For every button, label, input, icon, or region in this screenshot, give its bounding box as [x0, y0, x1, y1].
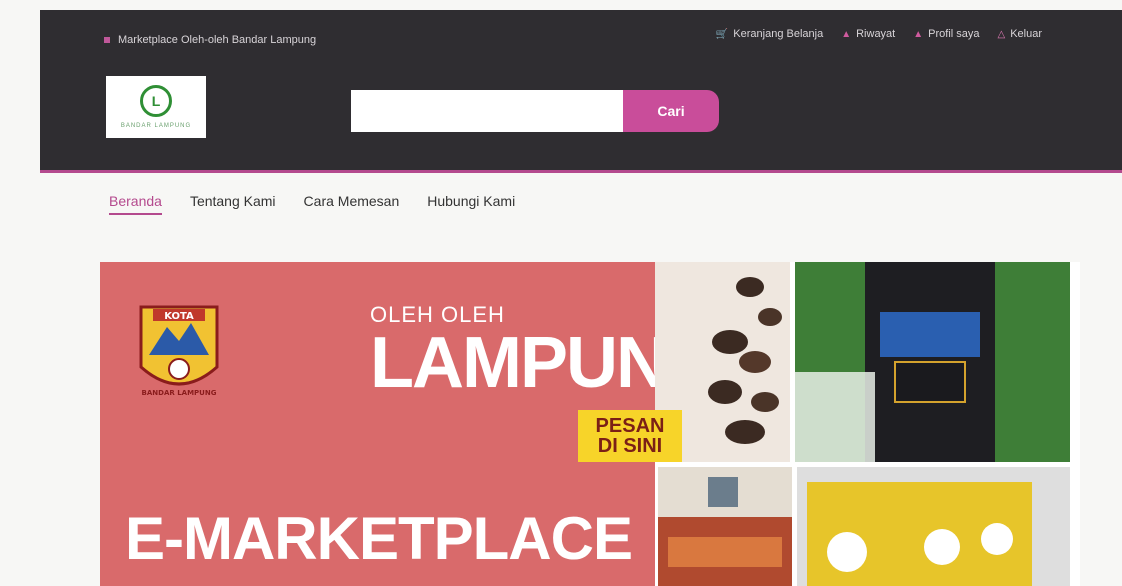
order-here-line2: DI SINI: [597, 435, 663, 457]
bullet-icon: [104, 37, 110, 43]
history-link[interactable]: ▲ Riwayat: [841, 28, 895, 40]
snacks-photo: [807, 482, 1032, 586]
coffee-photo: [795, 262, 995, 462]
logout-link-label: Keluar: [1010, 28, 1042, 40]
product-image-shop: [658, 467, 792, 586]
banner-red-panel: KOTA BANDAR LAMPUNG OLEH OLEH LAMPUN E-M…: [100, 262, 668, 586]
profile-link-label: Profil saya: [928, 28, 980, 40]
order-here-badge[interactable]: PESAN DI SINI: [578, 410, 682, 462]
emblem-top-text: KOTA: [164, 311, 194, 322]
search-bar: Cari: [351, 90, 719, 132]
user-icon: ▲: [913, 28, 924, 40]
hero-banner[interactable]: KOTA BANDAR LAMPUNG OLEH OLEH LAMPUN E-M…: [100, 262, 1080, 586]
cart-link-label: Keranjang Belanja: [733, 28, 824, 40]
logo-mark-icon: L: [140, 85, 172, 117]
order-here-line1: PESAN: [595, 415, 665, 437]
cart-icon: 🛒: [715, 28, 729, 40]
product-image-snacks: [797, 467, 1070, 586]
nav-item-hubungi-kami[interactable]: Hubungi Kami: [427, 193, 515, 215]
search-button[interactable]: Cari: [623, 90, 719, 132]
logout-icon: △: [997, 28, 1006, 40]
site-label: Marketplace Oleh-oleh Bandar Lampung: [104, 34, 316, 46]
nav-item-cara-memesan[interactable]: Cara Memesan: [304, 193, 400, 215]
site-logo[interactable]: L BANDAR LAMPUNG: [106, 76, 206, 138]
search-input[interactable]: [351, 90, 623, 132]
city-emblem-icon: KOTA BANDAR LAMPUNG: [139, 305, 219, 397]
banner-title: LAMPUN: [370, 323, 668, 403]
product-image-coffee: [795, 262, 1070, 462]
account-links: 🛒 Keranjang Belanja ▲ Riwayat ▲ Profil s…: [716, 28, 1042, 40]
nav-item-tentang-kami[interactable]: Tentang Kami: [190, 193, 276, 215]
nav-item-beranda[interactable]: Beranda: [109, 193, 162, 215]
logout-link[interactable]: △ Keluar: [998, 28, 1043, 40]
top-header: Marketplace Oleh-oleh Bandar Lampung 🛒 K…: [40, 10, 1122, 173]
history-link-label: Riwayat: [856, 28, 896, 40]
banner-headline: E-MARKETPLACE: [125, 505, 633, 572]
shop-photo: [658, 477, 792, 586]
site-label-text: Marketplace Oleh-oleh Bandar Lampung: [118, 34, 317, 46]
cart-link[interactable]: 🛒 Keranjang Belanja: [716, 28, 823, 40]
emblem-bottom-text: BANDAR LAMPUNG: [142, 389, 217, 397]
logo-caption: BANDAR LAMPUNG: [120, 123, 192, 129]
profile-link[interactable]: ▲ Profil saya: [913, 28, 979, 40]
history-icon: ▲: [841, 28, 852, 40]
main-nav: Beranda Tentang Kami Cara Memesan Hubung…: [109, 193, 515, 215]
